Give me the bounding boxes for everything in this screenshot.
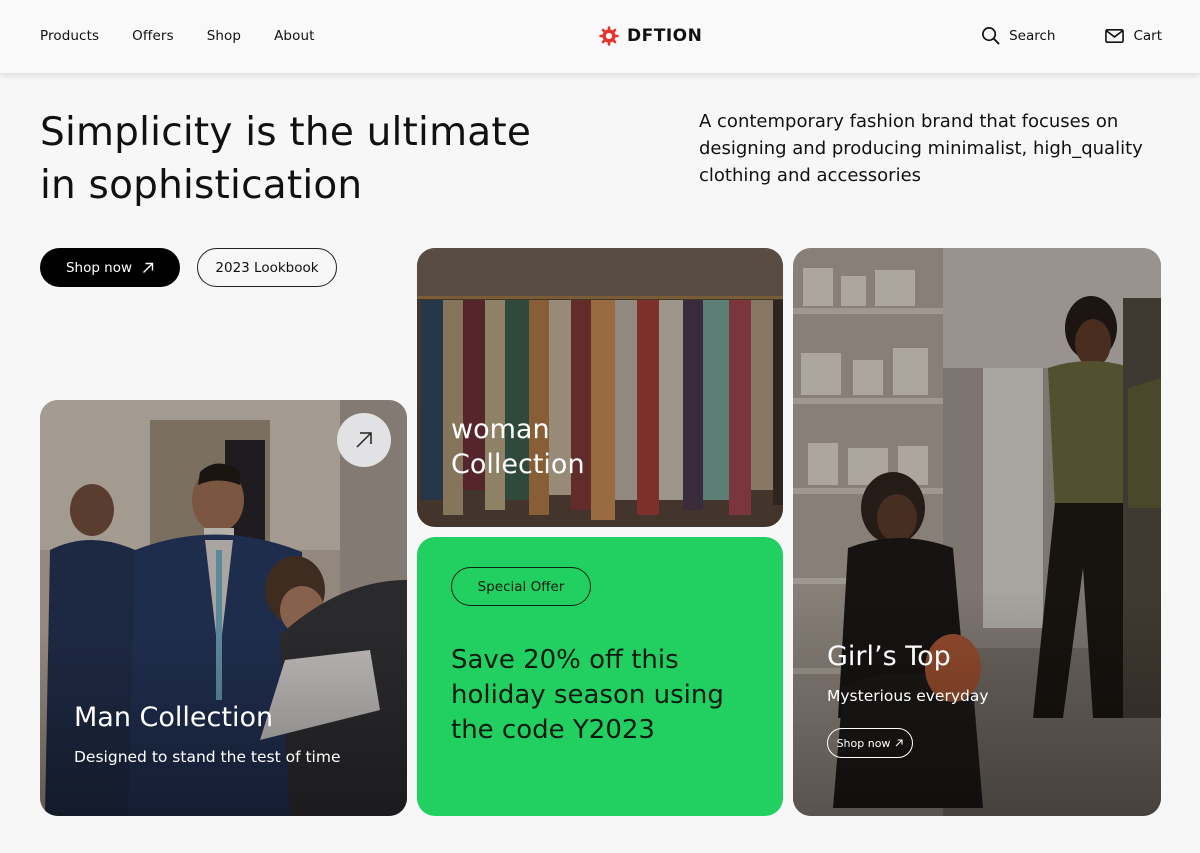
hero-title-line2: in sophistication: [40, 163, 363, 208]
special-offer-label: Special Offer: [477, 578, 565, 595]
brand-logo[interactable]: DFTION: [598, 25, 702, 47]
mail-icon: [1105, 28, 1125, 43]
arrow-up-right-icon: [143, 262, 154, 273]
open-man-collection-button[interactable]: [337, 413, 391, 467]
cart-button[interactable]: Cart: [1105, 28, 1162, 44]
offer-text: Save 20% off this holiday season using t…: [451, 645, 724, 745]
search-label: Search: [1009, 27, 1056, 44]
logo-gear-icon: [599, 26, 619, 46]
girls-top-card[interactable]: Girl’s Top Mysterious everyday Shop now: [793, 248, 1161, 816]
woman-title-line2: Collection: [451, 449, 585, 480]
special-offer-card: Special Offer Save 20% off this holiday …: [417, 537, 783, 816]
woman-collection-title: woman Collection: [451, 412, 585, 482]
woman-title-line1: woman: [451, 414, 550, 445]
arrow-up-right-icon: [356, 432, 372, 448]
girls-top-title: Girl’s Top: [827, 641, 951, 672]
clothing-rack-photo: [417, 248, 783, 527]
hero-title: Simplicity is the ultimate in sophistica…: [40, 106, 580, 212]
search-button[interactable]: Search: [981, 26, 1055, 45]
search-icon: [982, 27, 1000, 45]
special-offer-badge[interactable]: Special Offer: [451, 567, 591, 606]
nav-offers[interactable]: Offers: [132, 28, 174, 44]
hero-description: A contemporary fashion brand that focuse…: [699, 111, 1143, 186]
girls-top-shop-button[interactable]: Shop now: [827, 728, 913, 758]
arrow-up-right-icon: [896, 739, 903, 747]
header-actions: Search Cart: [981, 26, 1162, 45]
hero-title-line1: Simplicity is the ultimate: [40, 110, 532, 155]
girls-top-shop-label: Shop now: [836, 736, 891, 750]
nav-shop[interactable]: Shop: [207, 28, 241, 44]
shop-now-label: Shop now: [65, 259, 133, 276]
lookbook-button[interactable]: 2023 Lookbook: [197, 248, 337, 287]
nav-about[interactable]: About: [274, 28, 314, 44]
nav-products[interactable]: Products: [40, 28, 99, 44]
man-collection-subtitle: Designed to stand the test of time: [74, 748, 341, 766]
site-header: Products Offers Shop About DFTION Search…: [0, 0, 1200, 74]
shop-now-button[interactable]: Shop now: [40, 248, 180, 287]
cart-label: Cart: [1133, 27, 1162, 44]
man-collection-title: Man Collection: [74, 702, 274, 733]
woman-collection-card[interactable]: woman Collection: [417, 248, 783, 527]
brand-name: DFTION: [627, 26, 703, 46]
girls-top-subtitle: Mysterious everyday: [827, 687, 989, 705]
main-nav: Products Offers Shop About: [40, 28, 348, 44]
lookbook-label: 2023 Lookbook: [215, 259, 319, 276]
man-collection-card[interactable]: Man Collection Designed to stand the tes…: [40, 400, 407, 816]
